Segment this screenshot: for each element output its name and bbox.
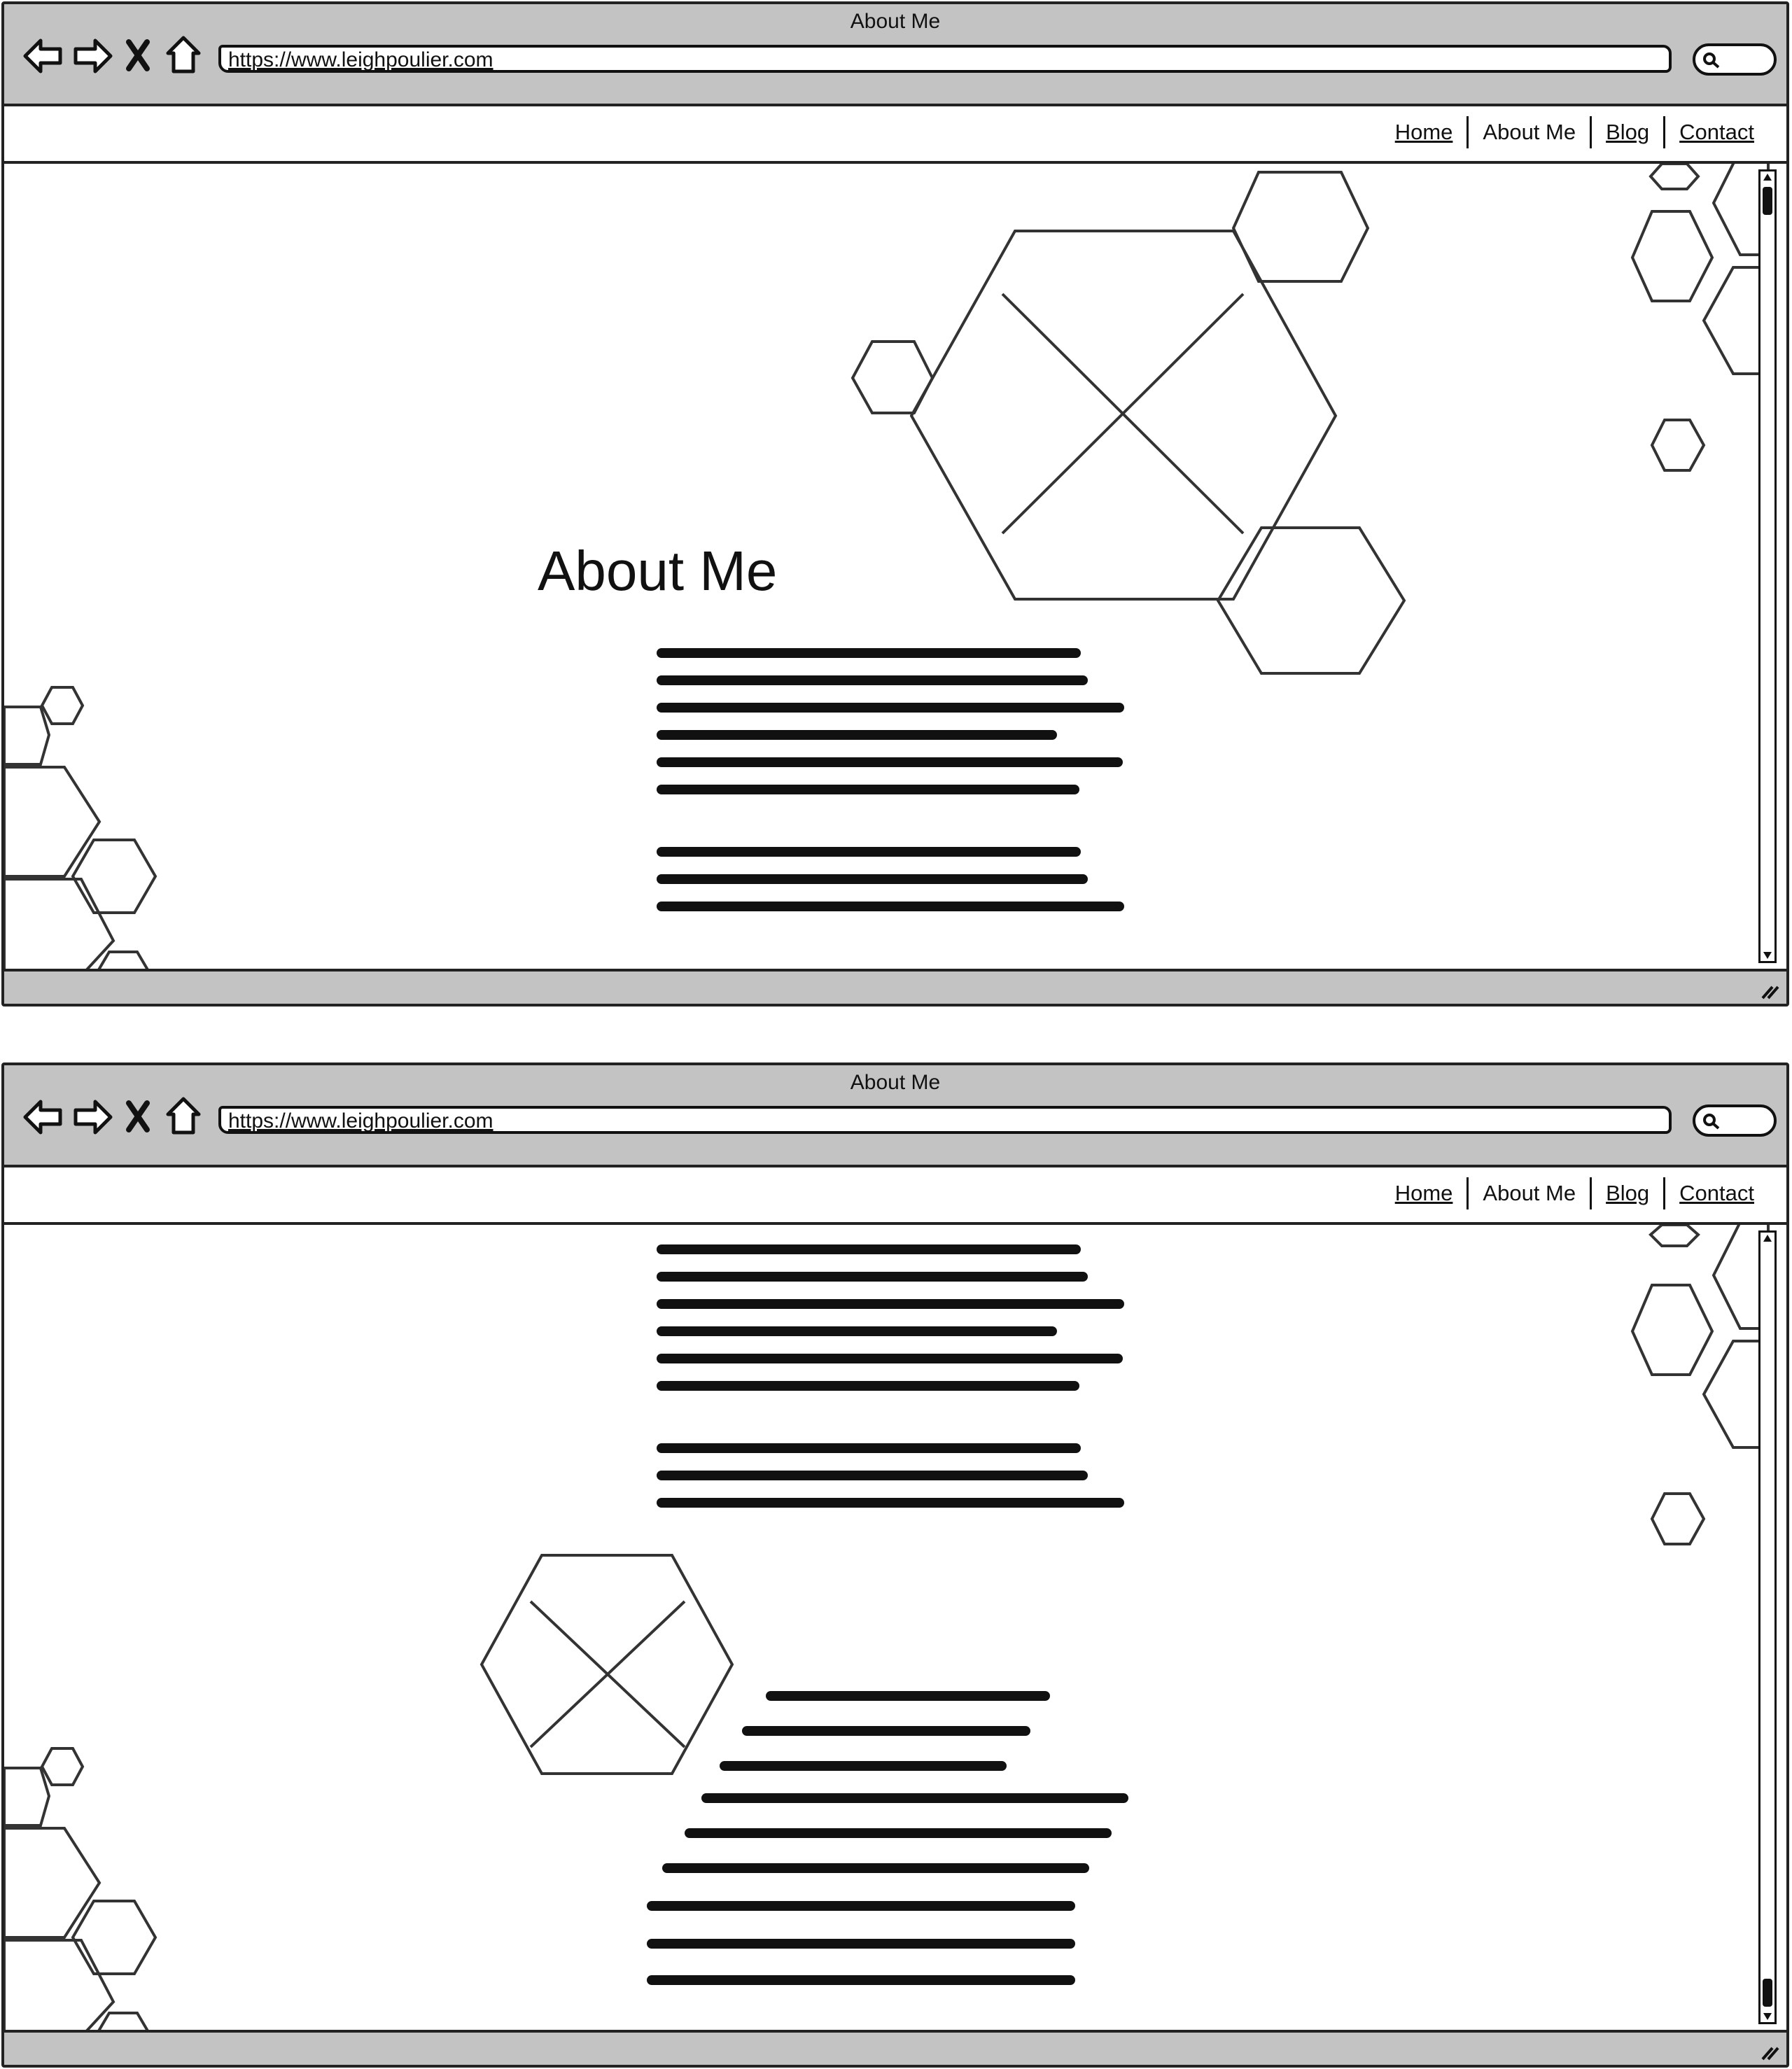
address-bar[interactable]: https://www.leighpoulier.com bbox=[218, 45, 1672, 73]
scrollbar-thumb[interactable] bbox=[1763, 1979, 1772, 2007]
image-placeholder-icon bbox=[909, 230, 1338, 601]
hexagon-shape bbox=[1630, 1284, 1714, 1376]
nav-link-contact[interactable]: Contact bbox=[1665, 116, 1768, 148]
browser-titlebar: About Me https://www.leighpoulier.com bbox=[4, 1065, 1786, 1167]
hexagon-shape bbox=[850, 340, 934, 414]
hexagon-shape bbox=[71, 839, 158, 914]
hexagon-shape bbox=[4, 706, 51, 766]
browser-titlebar: About Me https://www.leighpoulier.com bbox=[4, 4, 1786, 106]
page-title: About Me bbox=[538, 540, 778, 602]
resize-grip-icon[interactable] bbox=[1760, 983, 1779, 1000]
hexagon-shape bbox=[4, 1827, 102, 1939]
page-content bbox=[4, 1225, 1786, 2030]
browser-search-box[interactable] bbox=[1693, 1104, 1777, 1137]
forward-arrow-icon[interactable] bbox=[74, 38, 113, 73]
hexagon-shape bbox=[1630, 210, 1714, 302]
close-icon[interactable] bbox=[126, 1100, 150, 1132]
home-icon[interactable] bbox=[166, 36, 201, 73]
paragraph-placeholder bbox=[657, 648, 1124, 812]
page-content: About Me bbox=[4, 164, 1786, 969]
search-icon bbox=[1703, 1114, 1720, 1130]
scrollbar-thumb[interactable] bbox=[1763, 187, 1772, 215]
browser-window-bottom: About Me https://www.leighpoulier.com Ho… bbox=[1, 1062, 1789, 2068]
hexagon-shape bbox=[97, 2012, 149, 2030]
address-bar[interactable]: https://www.leighpoulier.com bbox=[218, 1106, 1672, 1134]
status-bar bbox=[4, 2030, 1786, 2065]
hexagon-shape bbox=[97, 951, 149, 969]
window-title: About Me bbox=[850, 10, 941, 33]
back-arrow-icon[interactable] bbox=[23, 1100, 62, 1135]
scroll-down-arrow-icon[interactable] bbox=[1763, 2012, 1772, 2021]
nav-link-home[interactable]: Home bbox=[1381, 116, 1467, 148]
hexagon-shape bbox=[4, 1767, 51, 1827]
hexagon-shape bbox=[40, 1747, 85, 1786]
nav-link-about-current: About Me bbox=[1483, 1181, 1576, 1205]
back-arrow-icon[interactable] bbox=[23, 38, 62, 73]
image-placeholder-icon bbox=[479, 1554, 734, 1775]
close-icon[interactable] bbox=[126, 39, 150, 71]
search-icon bbox=[1703, 52, 1720, 69]
url-text[interactable]: https://www.leighpoulier.com bbox=[228, 1109, 493, 1133]
paragraph-placeholder bbox=[657, 847, 1124, 929]
scroll-down-arrow-icon[interactable] bbox=[1763, 951, 1772, 960]
scroll-up-arrow-icon[interactable] bbox=[1763, 173, 1772, 181]
status-bar bbox=[4, 969, 1786, 1004]
vertical-scrollbar[interactable] bbox=[1758, 169, 1777, 963]
hexagon-shape bbox=[4, 1939, 115, 2030]
browser-nav-buttons bbox=[23, 1096, 206, 1138]
browser-search-box[interactable] bbox=[1693, 43, 1777, 76]
home-icon[interactable] bbox=[166, 1097, 201, 1135]
url-text[interactable]: https://www.leighpoulier.com bbox=[228, 48, 493, 72]
forward-arrow-icon[interactable] bbox=[74, 1100, 113, 1135]
hexagon-shape bbox=[4, 766, 102, 878]
hexagon-shape bbox=[1216, 526, 1406, 675]
hexagon-shape bbox=[1648, 164, 1700, 190]
browser-nav-buttons bbox=[23, 35, 206, 77]
hexagon-shape bbox=[1650, 1492, 1706, 1545]
nav-link-blog[interactable]: Blog bbox=[1592, 1177, 1663, 1209]
paragraph-placeholder bbox=[657, 1443, 1124, 1525]
hexagon-shape bbox=[71, 1900, 158, 1975]
site-link-bar: Home About Me Blog Contact bbox=[4, 1167, 1786, 1225]
scroll-up-arrow-icon[interactable] bbox=[1763, 1234, 1772, 1242]
hexagon-shape bbox=[1650, 419, 1706, 472]
hexagon-shape bbox=[1648, 1225, 1700, 1247]
nav-link-home[interactable]: Home bbox=[1381, 1177, 1467, 1209]
paragraph-placeholder bbox=[657, 1244, 1124, 1408]
resize-grip-icon[interactable] bbox=[1760, 2044, 1779, 2061]
window-title: About Me bbox=[850, 1071, 941, 1094]
nav-link-about-current: About Me bbox=[1483, 120, 1576, 144]
vertical-scrollbar[interactable] bbox=[1758, 1230, 1777, 2024]
nav-link-contact[interactable]: Contact bbox=[1665, 1177, 1768, 1209]
browser-window-top: About Me https://www.leighpoulier.com Ho… bbox=[1, 1, 1789, 1007]
site-link-bar: Home About Me Blog Contact bbox=[4, 106, 1786, 164]
hexagon-shape bbox=[4, 878, 115, 969]
nav-link-blog[interactable]: Blog bbox=[1592, 116, 1663, 148]
hexagon-shape bbox=[40, 686, 85, 725]
